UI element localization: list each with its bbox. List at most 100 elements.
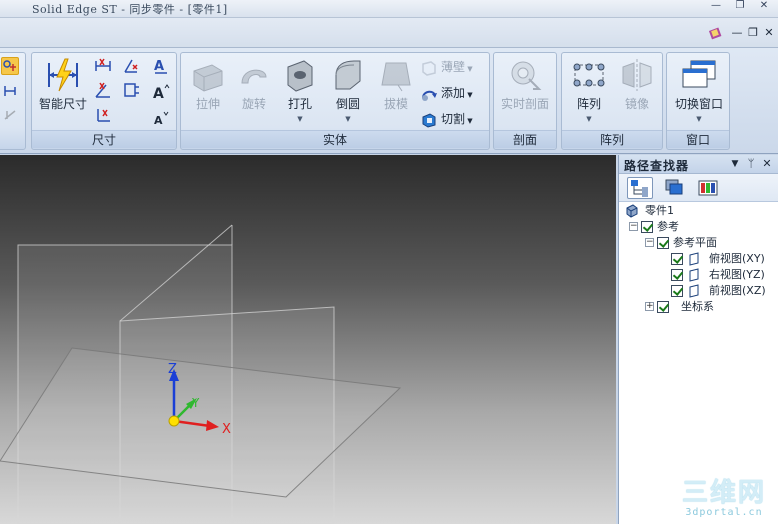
- svg-text:A: A: [154, 114, 163, 127]
- checkbox-plane-right[interactable]: [671, 269, 683, 281]
- expander-reference-planes[interactable]: −: [645, 238, 654, 247]
- help-book-icon[interactable]: [708, 26, 722, 40]
- tree-label-reference-planes: 参考平面: [673, 236, 717, 249]
- tree-label-root: 零件1: [645, 204, 674, 217]
- extrude-button[interactable]: 拉伸: [183, 55, 233, 129]
- text-style-icon[interactable]: A: [152, 57, 170, 75]
- pathfinder-header: 路径查找器 ▼ ᛘ ✕: [619, 155, 778, 174]
- add-icon: [421, 86, 437, 102]
- restore-button[interactable]: ❐: [730, 0, 750, 14]
- tree-node-plane-front[interactable]: 前视图(XZ): [671, 283, 775, 299]
- angle-dimension-icon[interactable]: [94, 81, 112, 99]
- thin-wall-icon: [421, 60, 437, 76]
- draft-icon: [378, 57, 414, 93]
- round-dropdown-icon[interactable]: ▼: [323, 115, 373, 123]
- draft-button[interactable]: 拔模: [371, 55, 421, 129]
- color-palette-icon: [698, 180, 718, 196]
- pattern-dropdown-icon[interactable]: ▼: [564, 115, 614, 123]
- window-group-label: 窗口: [667, 130, 729, 148]
- pathfinder-close-icon[interactable]: ✕: [761, 157, 773, 171]
- ribbon-group-solid: 拉伸 旋转 打孔 ▼ 倒圆 ▼ 拔模 薄壁 ▼ 添加 ▼ 切割 ▼ 实体: [180, 52, 490, 150]
- doc-close-button[interactable]: ✕: [762, 26, 776, 40]
- cut-icon: [421, 112, 437, 128]
- doc-restore-button[interactable]: ❐: [746, 26, 760, 40]
- layers-icon: [665, 179, 683, 195]
- relate-icon[interactable]: [1, 57, 19, 75]
- mirror-button[interactable]: 镜像: [612, 55, 662, 129]
- solid-group-label: 实体: [181, 130, 489, 148]
- origin-point[interactable]: [168, 415, 180, 427]
- minimize-button[interactable]: —: [706, 0, 726, 14]
- mirror-label: 镜像: [624, 97, 649, 111]
- symmetric-dimension-icon[interactable]: [122, 81, 140, 99]
- draft-label: 拔模: [383, 97, 408, 111]
- hole-button[interactable]: 打孔 ▼: [275, 55, 325, 129]
- tab-color-manager[interactable]: [695, 177, 721, 199]
- pathfinder-title: 路径查找器: [624, 159, 690, 173]
- tab-layers[interactable]: [661, 177, 687, 199]
- y-axis-label: Y: [191, 396, 200, 410]
- window-title: Solid Edge ST - 同步零件 - [零件1]: [32, 3, 228, 16]
- coordinate-dimension-icon[interactable]: [94, 105, 112, 123]
- tree-node-root[interactable]: 零件1: [625, 203, 775, 219]
- checkbox-coordinate-systems[interactable]: [657, 301, 669, 313]
- watermark-main: 三维网: [681, 478, 766, 508]
- switch-window-button[interactable]: 切换窗口 ▼: [674, 55, 724, 129]
- checkbox-plane-top[interactable]: [671, 253, 683, 265]
- watermark-logo: 三维网 3dportal.cn: [676, 479, 772, 518]
- doc-minimize-button[interactable]: —: [730, 26, 744, 40]
- switch-window-label: 切换窗口: [674, 97, 723, 111]
- tree-node-coordinate-systems[interactable]: + 坐标系: [645, 299, 775, 315]
- smart-dimension-button[interactable]: 智能尺寸: [38, 55, 88, 129]
- add-button[interactable]: 添加 ▼: [421, 83, 473, 103]
- live-section-label: 实时剖面: [500, 97, 549, 111]
- svg-text:A: A: [154, 59, 164, 74]
- ribbon-group-partial: [0, 52, 26, 150]
- increase-text-icon[interactable]: A: [152, 83, 170, 102]
- tree-node-plane-top[interactable]: 俯视图(XY): [671, 251, 775, 267]
- align-icon[interactable]: [1, 83, 19, 101]
- pattern-button[interactable]: 阵列 ▼: [564, 55, 614, 129]
- checkbox-plane-front[interactable]: [671, 285, 683, 297]
- tree-node-reference[interactable]: − 参考: [629, 219, 775, 235]
- thin-wall-label: 薄壁: [441, 60, 466, 74]
- tree-label-coordinate-systems: 坐标系: [681, 300, 714, 313]
- hole-dropdown-icon[interactable]: ▼: [275, 115, 325, 123]
- distance-dimension-icon[interactable]: [94, 57, 112, 75]
- mirror-icon: [619, 57, 655, 93]
- hole-icon: [282, 57, 318, 93]
- ribbon-group-window: 切换窗口 ▼ 窗口: [666, 52, 730, 150]
- checkbox-reference[interactable]: [641, 221, 653, 233]
- ribbon-group-section: 实时剖面 剖面: [493, 52, 557, 150]
- angular-coordinate-icon[interactable]: [122, 57, 140, 75]
- pathfinder-tabs: [619, 174, 778, 202]
- pathfinder-panel: 路径查找器 ▼ ᛘ ✕ 零件1 − 参考 − 参考平面 俯视图(XY) 右视图(…: [618, 155, 778, 524]
- revolve-button[interactable]: 旋转: [229, 55, 279, 129]
- switch-window-dropdown-icon[interactable]: ▼: [674, 115, 724, 123]
- dimension-group-label: 尺寸: [32, 130, 176, 148]
- tab-pathfinder-tree[interactable]: [627, 177, 653, 199]
- tree-node-plane-right[interactable]: 右视图(YZ): [671, 267, 775, 283]
- close-button[interactable]: ✕: [754, 0, 774, 14]
- graphics-viewport[interactable]: Z Y X: [0, 155, 616, 524]
- revolve-icon: [236, 57, 272, 93]
- pathfinder-pin-icon[interactable]: ᛘ: [745, 157, 757, 171]
- pathfinder-dropdown-icon[interactable]: ▼: [729, 157, 741, 171]
- round-button[interactable]: 倒圆 ▼: [323, 55, 373, 129]
- checkbox-reference-planes[interactable]: [657, 237, 669, 249]
- tree-icon: [631, 180, 648, 197]
- round-icon: [330, 57, 366, 93]
- tree-label-plane-front: 前视图(XZ): [709, 284, 766, 297]
- disabled-tool-icon: [1, 107, 19, 125]
- z-axis-label: Z: [168, 362, 177, 377]
- decrease-text-icon[interactable]: A: [152, 109, 170, 127]
- pattern-group-label: 阵列: [562, 130, 662, 148]
- live-section-button[interactable]: 实时剖面: [500, 55, 550, 129]
- ribbon: 智能尺寸 A A A 尺寸 拉伸 旋转 打孔 ▼ 倒圆 ▼ 拔模 薄壁 ▼ 添加…: [0, 48, 778, 154]
- cut-button[interactable]: 切割 ▼: [421, 109, 473, 129]
- thin-wall-button[interactable]: 薄壁 ▼: [421, 57, 473, 77]
- expander-coordinate-systems[interactable]: +: [645, 302, 654, 311]
- extrude-icon: [190, 57, 226, 93]
- tree-node-reference-planes[interactable]: − 参考平面: [645, 235, 775, 251]
- expander-reference[interactable]: −: [629, 222, 638, 231]
